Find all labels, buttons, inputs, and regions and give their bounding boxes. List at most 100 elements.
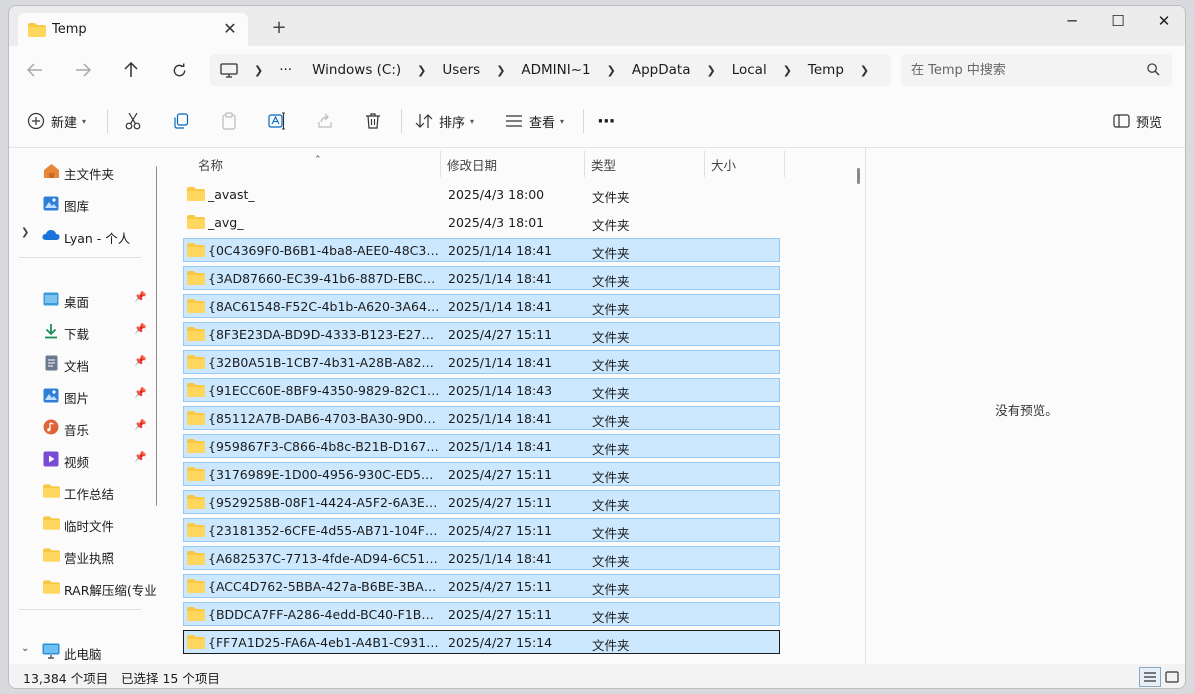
chevron-right-icon[interactable]: ❯ (411, 64, 432, 77)
sidebar-item-onedrive[interactable]: ❯ Lyan - 个人 (9, 221, 155, 249)
pin-icon[interactable]: 📌 (134, 388, 146, 399)
column-size[interactable]: 大小 (711, 155, 736, 174)
breadcrumb-users[interactable]: Users (432, 62, 490, 78)
preview-pane-button[interactable]: 预览 (1113, 109, 1162, 133)
column-divider[interactable] (704, 151, 705, 177)
file-name: {91ECC60E-8BF9-4350-9829-82C145... (208, 383, 440, 398)
refresh-button[interactable] (165, 56, 193, 84)
column-name[interactable]: 名称 (198, 155, 223, 174)
breadcrumb-local[interactable]: Local (722, 62, 777, 78)
table-row[interactable]: _avast_ 2025/4/3 18:00 文件夹 (183, 182, 780, 206)
column-divider[interactable] (440, 151, 441, 177)
breadcrumb-admin[interactable]: ADMINI~1 (511, 62, 600, 78)
close-window-button[interactable]: ✕ (1141, 6, 1185, 38)
share-button[interactable] (313, 109, 337, 133)
new-tab-button[interactable]: + (269, 18, 289, 38)
column-type[interactable]: 类型 (591, 155, 616, 174)
file-date: 2025/4/27 15:11 (448, 327, 553, 342)
rename-button[interactable] (265, 109, 289, 133)
chevron-right-icon[interactable]: ❯ (700, 64, 721, 77)
pin-icon[interactable]: 📌 (134, 356, 146, 367)
table-row[interactable]: {8F3E23DA-BD9D-4333-B123-E27D82... 2025/4… (183, 322, 780, 346)
maximize-button[interactable]: ☐ (1095, 6, 1141, 38)
table-row[interactable]: {3AD87660-EC39-41b6-887D-EBC9AC... 2025/1… (183, 266, 780, 290)
sidebar-item-pictures[interactable]: 图片 📌 (9, 381, 155, 409)
sidebar-item-desktop[interactable]: 桌面 📌 (9, 285, 155, 313)
divider (583, 109, 584, 133)
cut-button[interactable] (121, 109, 145, 133)
sidebar-item-home[interactable]: 主文件夹 (9, 157, 155, 185)
document-icon (42, 355, 60, 371)
delete-button[interactable] (361, 109, 385, 133)
breadcrumb-more[interactable]: ··· (269, 62, 302, 78)
sidebar-item-temp-files[interactable]: 临时文件 (9, 509, 155, 537)
chevron-right-icon[interactable]: ❯ (490, 64, 511, 77)
chevron-right-icon[interactable]: ❯ (21, 227, 29, 238)
forward-button[interactable] (69, 56, 97, 84)
sidebar-item-work-summary[interactable]: 工作总结 (9, 477, 155, 505)
table-row[interactable]: {959867F3-C866-4b8c-B21B-D167C5F... 2025/… (183, 434, 780, 458)
table-row[interactable]: {FF7A1D25-FA6A-4eb1-A4B1-C93139... 2025/4… (183, 630, 780, 654)
sidebar-item-music[interactable]: 音乐 📌 (9, 413, 155, 441)
search-input[interactable] (911, 54, 1136, 86)
sidebar-item-downloads[interactable]: 下载 📌 (9, 317, 155, 345)
new-button[interactable]: 新建 ▾ (27, 109, 86, 133)
copy-button[interactable] (169, 109, 193, 133)
table-row[interactable]: {ACC4D762-5BBA-427a-B6BE-3BA1B... 2025/4/… (183, 574, 780, 598)
table-row[interactable]: {3176989E-1D00-4956-930C-ED5D85... 2025/4… (183, 462, 780, 486)
more-options-button[interactable]: ··· (597, 109, 615, 133)
back-button[interactable] (21, 56, 49, 84)
folder-icon (187, 383, 205, 400)
pin-icon[interactable]: 📌 (134, 292, 146, 303)
command-bar: 新建 ▾ 排序 ▾ 查看 ▾ ··· 预览 (9, 94, 1185, 148)
table-row[interactable]: _avg_ 2025/4/3 18:01 文件夹 (183, 210, 780, 234)
column-divider[interactable] (784, 151, 785, 177)
pin-icon[interactable]: 📌 (134, 324, 146, 335)
table-row[interactable]: {BDDCA7FF-A286-4edd-BC40-F1B744... 2025/4… (183, 602, 780, 626)
table-row[interactable]: {8AC61548-F52C-4b1b-A620-3A64F3... 2025/1… (183, 294, 780, 318)
computer-icon (42, 643, 60, 659)
table-row[interactable]: {32B0A51B-1CB7-4b31-A28B-A82912... 2025/1… (183, 350, 780, 374)
sidebar-item-this-pc[interactable]: ⌄ 此电脑 (9, 637, 155, 664)
pin-icon[interactable]: 📌 (134, 452, 146, 463)
folder-icon (187, 243, 205, 260)
chevron-right-icon[interactable]: ❯ (854, 64, 875, 77)
column-divider[interactable] (584, 151, 585, 177)
table-row[interactable]: {A682537C-7713-4fde-AD94-6C51AE... 2025/1… (183, 546, 780, 570)
sidebar-item-videos[interactable]: 视频 📌 (9, 445, 155, 473)
column-date[interactable]: 修改日期 (447, 155, 497, 174)
sidebar-item-gallery[interactable]: 图库 (9, 189, 155, 217)
view-button[interactable]: 查看 ▾ (505, 109, 564, 133)
table-row[interactable]: {23181352-6CFE-4d55-AB71-104FBC8... 2025/… (183, 518, 780, 542)
sidebar-scrollbar[interactable] (156, 166, 157, 506)
paste-button[interactable] (217, 109, 241, 133)
pin-icon[interactable]: 📌 (134, 420, 146, 431)
breadcrumb-temp[interactable]: Temp (798, 62, 854, 78)
chevron-down-icon[interactable]: ⌄ (21, 643, 29, 654)
file-type: 文件夹 (592, 610, 630, 625)
sidebar-item-rar[interactable]: RAR解压缩(专业 (9, 573, 157, 601)
tab-temp[interactable]: Temp ✕ (18, 13, 248, 47)
address-bar[interactable]: ❯ ··· Windows (C:) ❯ Users ❯ ADMINI~1 ❯ … (210, 54, 891, 86)
up-button[interactable] (117, 56, 145, 84)
table-row[interactable]: {9529258B-08F1-4424-A5F2-6A3E3C8... 2025/… (183, 490, 780, 514)
file-list-scrollbar[interactable] (857, 168, 860, 184)
table-row[interactable]: {0C4369F0-B6B1-4ba8-AEE0-48C34D... 2025/1… (183, 238, 780, 262)
table-row[interactable]: {85112A7B-DAB6-4703-BA30-9D023B... 2025/1… (183, 406, 780, 430)
minimize-button[interactable]: ─ (1049, 6, 1095, 38)
breadcrumb-drive-c[interactable]: Windows (C:) (302, 62, 411, 78)
search-icon[interactable] (1147, 63, 1160, 79)
chevron-right-icon[interactable]: ❯ (601, 64, 622, 77)
tiles-view-button[interactable] (1161, 667, 1183, 687)
close-tab-icon[interactable]: ✕ (220, 19, 240, 39)
chevron-right-icon[interactable]: ❯ (777, 64, 798, 77)
content-area: 主文件夹 图库 ❯ Lyan - 个人 桌面 📌 下载 📌 文档 📌 图片 📌 … (9, 148, 1185, 664)
chevron-right-icon[interactable]: ❯ (248, 64, 269, 77)
breadcrumb-appdata[interactable]: AppData (622, 62, 701, 78)
details-view-button[interactable] (1139, 667, 1161, 687)
sidebar-item-business-license[interactable]: 营业执照 (9, 541, 155, 569)
this-pc-icon[interactable] (220, 62, 238, 78)
sidebar-item-documents[interactable]: 文档 📌 (9, 349, 155, 377)
sort-button[interactable]: 排序 ▾ (415, 109, 474, 133)
table-row[interactable]: {91ECC60E-8BF9-4350-9829-82C145... 2025/1… (183, 378, 780, 402)
